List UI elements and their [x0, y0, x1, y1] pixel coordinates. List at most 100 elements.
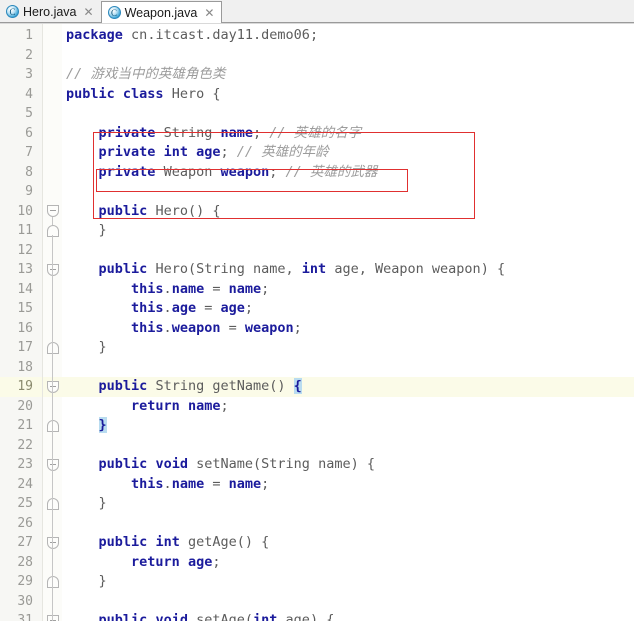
line-number-24[interactable]: 24 — [0, 475, 42, 495]
line-number-label: 12 — [17, 241, 33, 261]
fold-region-line — [52, 217, 53, 226]
line-number-28[interactable]: 28 — [0, 553, 42, 573]
line-number-label: 17 — [17, 338, 33, 358]
fold-row-1[interactable] — [43, 26, 62, 46]
line-number-10[interactable]: 10 — [0, 202, 42, 222]
code-line-12[interactable] — [62, 241, 634, 261]
line-number-21[interactable]: 21 — [0, 416, 42, 436]
code-line-text — [62, 592, 66, 612]
fold-row-8[interactable] — [43, 163, 62, 183]
java-class-icon: C — [6, 5, 19, 18]
code-line-21[interactable]: } — [62, 416, 634, 436]
code-line-26[interactable] — [62, 514, 634, 534]
code-line-text: } — [62, 338, 107, 358]
code-line-18[interactable] — [62, 358, 634, 378]
code-line-6[interactable]: private String name; // 英雄的名字 — [62, 124, 634, 144]
line-number-label: 28 — [17, 553, 33, 573]
tab-weapon-java[interactable]: C Weapon.java ✕ — [101, 1, 223, 23]
code-line-text: private Weapon weapon; // 英雄的武器 — [62, 163, 377, 183]
code-line-4[interactable]: public class Hero { — [62, 85, 634, 105]
line-number-27[interactable]: 27 — [0, 533, 42, 553]
code-editor[interactable]: 1234567891011121314151617181920212223242… — [0, 23, 634, 621]
line-number-20[interactable]: 20 — [0, 397, 42, 417]
line-number-label: 16 — [17, 319, 33, 339]
code-line-20[interactable]: return name; — [62, 397, 634, 417]
line-number-22[interactable]: 22 — [0, 436, 42, 456]
code-line-29[interactable]: } — [62, 572, 634, 592]
line-number-5[interactable]: 5 — [0, 104, 42, 124]
fold-row-2[interactable] — [43, 46, 62, 66]
code-line-15[interactable]: this.age = age; — [62, 299, 634, 319]
code-line-25[interactable]: } — [62, 494, 634, 514]
fold-row-3[interactable] — [43, 65, 62, 85]
line-number-gutter[interactable]: 1234567891011121314151617181920212223242… — [0, 24, 43, 621]
line-number-label: 14 — [17, 280, 33, 300]
line-number-25[interactable]: 25 — [0, 494, 42, 514]
code-line-8[interactable]: private Weapon weapon; // 英雄的武器 — [62, 163, 634, 183]
code-line-23[interactable]: public void setName(String name) { — [62, 455, 634, 475]
line-number-29[interactable]: 29 — [0, 572, 42, 592]
fold-row-9[interactable] — [43, 182, 62, 202]
line-number-label: 5 — [25, 104, 33, 124]
code-text-area[interactable]: package cn.itcast.day11.demo06; // 游戏当中的英… — [62, 24, 634, 621]
line-number-1[interactable]: 1 — [0, 26, 42, 46]
code-line-text: // 游戏当中的英雄角色类 — [62, 65, 225, 85]
fold-collapse-icon[interactable] — [47, 205, 59, 217]
line-number-4[interactable]: 4 — [0, 85, 42, 105]
code-line-13[interactable]: public Hero(String name, int age, Weapon… — [62, 260, 634, 280]
line-number-9[interactable]: 9 — [0, 182, 42, 202]
code-line-19[interactable]: public String getName() { — [62, 377, 634, 397]
code-line-9[interactable] — [62, 182, 634, 202]
line-number-label: 7 — [25, 143, 33, 163]
tab-hero-java[interactable]: C Hero.java ✕ — [0, 1, 101, 22]
code-line-2[interactable] — [62, 46, 634, 66]
fold-row-5[interactable] — [43, 104, 62, 124]
line-number-13[interactable]: 13 — [0, 260, 42, 280]
line-number-26[interactable]: 26 — [0, 514, 42, 534]
code-line-17[interactable]: } — [62, 338, 634, 358]
code-line-text: package cn.itcast.day11.demo06; — [62, 26, 318, 46]
code-line-text — [62, 182, 66, 202]
code-line-30[interactable] — [62, 592, 634, 612]
code-line-22[interactable] — [62, 436, 634, 456]
code-line-16[interactable]: this.weapon = weapon; — [62, 319, 634, 339]
code-folding-gutter[interactable] — [43, 24, 63, 621]
line-number-8[interactable]: 8 — [0, 163, 42, 183]
line-number-12[interactable]: 12 — [0, 241, 42, 261]
line-number-6[interactable]: 6 — [0, 124, 42, 144]
code-line-text: public Hero(String name, int age, Weapon… — [62, 260, 505, 280]
code-line-28[interactable]: return age; — [62, 553, 634, 573]
line-number-label: 6 — [25, 124, 33, 144]
code-line-10[interactable]: public Hero() { — [62, 202, 634, 222]
line-number-18[interactable]: 18 — [0, 358, 42, 378]
line-number-14[interactable]: 14 — [0, 280, 42, 300]
fold-row-4[interactable] — [43, 85, 62, 105]
line-number-19[interactable]: 19 — [0, 377, 42, 397]
line-number-label: 20 — [17, 397, 33, 417]
code-line-11[interactable]: } — [62, 221, 634, 241]
line-number-2[interactable]: 2 — [0, 46, 42, 66]
line-number-label: 23 — [17, 455, 33, 475]
code-line-1[interactable]: package cn.itcast.day11.demo06; — [62, 26, 634, 46]
line-number-3[interactable]: 3 — [0, 65, 42, 85]
fold-row-7[interactable] — [43, 143, 62, 163]
line-number-11[interactable]: 11 — [0, 221, 42, 241]
line-number-23[interactable]: 23 — [0, 455, 42, 475]
code-line-5[interactable] — [62, 104, 634, 124]
code-line-3[interactable]: // 游戏当中的英雄角色类 — [62, 65, 634, 85]
close-icon[interactable]: ✕ — [84, 6, 94, 18]
code-line-24[interactable]: this.name = name; — [62, 475, 634, 495]
line-number-17[interactable]: 17 — [0, 338, 42, 358]
code-line-text — [62, 358, 66, 378]
close-icon[interactable]: ✕ — [204, 7, 214, 19]
code-line-14[interactable]: this.name = name; — [62, 280, 634, 300]
line-number-label: 27 — [17, 533, 33, 553]
tab-bar-filler — [222, 1, 634, 22]
fold-row-6[interactable] — [43, 124, 62, 144]
line-number-30[interactable]: 30 — [0, 592, 42, 612]
line-number-16[interactable]: 16 — [0, 319, 42, 339]
line-number-7[interactable]: 7 — [0, 143, 42, 163]
line-number-15[interactable]: 15 — [0, 299, 42, 319]
code-line-7[interactable]: private int age; // 英雄的年龄 — [62, 143, 634, 163]
code-line-27[interactable]: public int getAge() { — [62, 533, 634, 553]
